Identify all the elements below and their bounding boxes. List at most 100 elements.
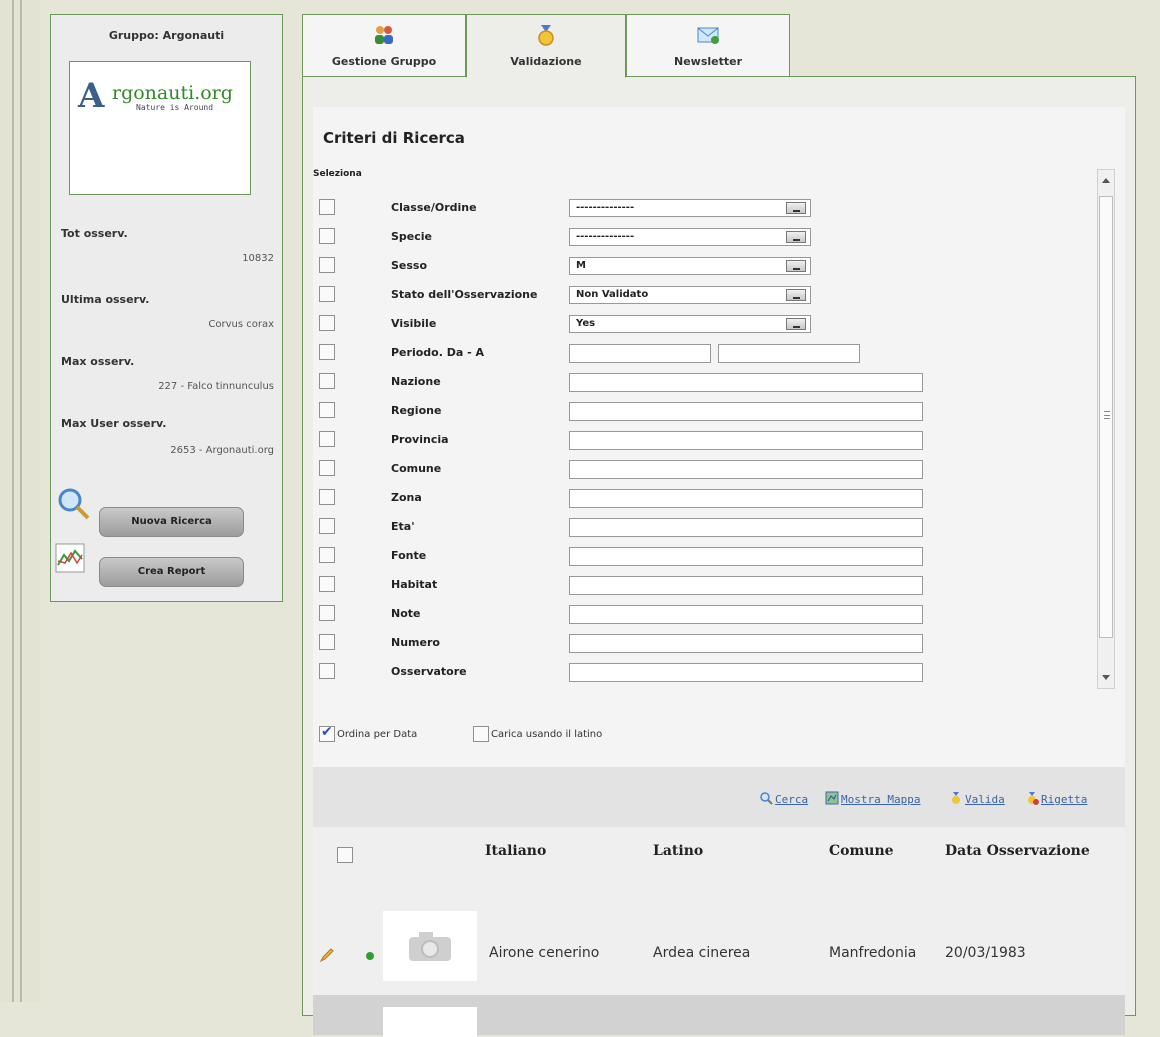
argonauti-logo: A rgonauti.org Nature is Around <box>74 76 248 116</box>
order-by-date-label: Ordina per Data <box>337 729 418 740</box>
criteria-label: Numero <box>391 636 440 649</box>
edit-pencil-icon[interactable] <box>319 947 335 963</box>
criteria-select-checkbox[interactable] <box>319 518 335 534</box>
camera-placeholder-icon <box>409 932 451 961</box>
criteria-select-checkbox[interactable] <box>319 315 335 331</box>
group-title: Gruppo: Argonauti <box>108 29 225 42</box>
criteria-label: Sesso <box>391 259 428 272</box>
criteria-dropdown[interactable]: Yes <box>569 315 811 333</box>
criteria-label: Classe/Ordine <box>391 201 477 214</box>
rail-divider <box>12 0 14 1002</box>
period-from-input[interactable] <box>569 344 711 363</box>
criteria-text-input[interactable] <box>569 431 923 450</box>
stat-maxuser-label: Max User osserv. <box>61 417 167 430</box>
dropdown-toggle-icon[interactable] <box>786 202 806 214</box>
criteria-text-input[interactable] <box>569 518 923 537</box>
criteria-text-input[interactable] <box>569 373 923 392</box>
criteria-row: Habitat <box>313 576 1103 596</box>
status-dot-icon <box>366 952 374 960</box>
criteria-select-checkbox[interactable] <box>319 460 335 476</box>
rail-divider <box>20 0 22 1002</box>
criteria-title: Criteri di Ricerca <box>323 129 465 147</box>
dropdown-toggle-icon[interactable] <box>786 318 806 330</box>
criteria-text-input[interactable] <box>569 402 923 421</box>
criteria-text-input[interactable] <box>569 576 923 595</box>
order-by-date-checkbox[interactable] <box>319 724 335 742</box>
dropdown-toggle-icon[interactable] <box>786 260 806 272</box>
search-criteria: Criteri di Ricerca Seleziona Classe/Ordi… <box>313 107 1125 767</box>
criteria-select-checkbox[interactable] <box>319 199 335 215</box>
criteria-label: Specie <box>391 230 433 243</box>
criteria-select-checkbox[interactable] <box>319 634 335 650</box>
criteria-dropdown[interactable]: -------------- <box>569 228 811 246</box>
magnifier-icon <box>58 488 90 520</box>
criteria-select-checkbox[interactable] <box>319 431 335 447</box>
observation-thumbnail[interactable] <box>383 1007 477 1037</box>
criteria-label: Fonte <box>391 549 427 562</box>
reject-link[interactable]: Rigetta <box>1041 793 1087 806</box>
tab-label: Gestione Gruppo <box>331 55 437 68</box>
dropdown-toggle-icon[interactable] <box>786 289 806 301</box>
grip-icon <box>1104 411 1110 419</box>
criteria-select-checkbox[interactable] <box>319 373 335 389</box>
criteria-row: Regione <box>313 402 1103 422</box>
criteria-select-checkbox[interactable] <box>319 257 335 273</box>
scroll-thumb[interactable] <box>1099 196 1113 638</box>
criteria-dropdown[interactable]: -------------- <box>569 199 811 217</box>
load-latin-checkbox[interactable] <box>473 726 489 742</box>
table-row[interactable] <box>313 995 1125 1037</box>
criteria-select-checkbox[interactable] <box>319 547 335 563</box>
criteria-label: Visibile <box>391 317 437 330</box>
criteria-dropdown[interactable]: M <box>569 257 811 275</box>
search-link[interactable]: Cerca <box>775 793 808 806</box>
criteria-text-input[interactable] <box>569 663 923 682</box>
logo-brand-text: rgonauti.org <box>112 82 233 104</box>
scroll-down-icon[interactable] <box>1102 675 1110 680</box>
criteria-select-checkbox[interactable] <box>319 576 335 592</box>
dropdown-value: Non Validato <box>576 289 649 300</box>
criteria-text-input[interactable] <box>569 460 923 479</box>
criteria-select-checkbox[interactable] <box>319 402 335 418</box>
group-logo-box: A rgonauti.org Nature is Around <box>69 61 251 195</box>
tab-gestione-gruppo[interactable]: Gestione Gruppo <box>302 14 466 76</box>
stat-max-value: 227 - Falco tinnunculus <box>158 381 274 392</box>
criteria-text-input[interactable] <box>569 605 923 624</box>
criteria-select-checkbox[interactable] <box>319 605 335 621</box>
criteria-text-input[interactable] <box>569 547 923 566</box>
criteria-row: Classe/Ordine -------------- <box>313 199 1103 219</box>
show-map-link[interactable]: Mostra Mappa <box>841 793 920 806</box>
criteria-select-checkbox[interactable] <box>319 286 335 302</box>
criteria-text-input[interactable] <box>569 634 923 653</box>
col-header-comune: Comune <box>829 843 894 859</box>
create-report-button[interactable]: Crea Report <box>99 557 244 587</box>
dropdown-toggle-icon[interactable] <box>786 231 806 243</box>
criteria-label: Comune <box>391 462 442 475</box>
criteria-select-checkbox[interactable] <box>319 663 335 679</box>
tab-validazione[interactable]: Validazione <box>466 14 626 78</box>
criteria-row: Zona <box>313 489 1103 509</box>
cell-comune: Manfredonia <box>829 945 917 961</box>
scroll-up-icon[interactable] <box>1102 178 1110 183</box>
criteria-select-checkbox[interactable] <box>319 228 335 244</box>
select-column-header: Seleziona <box>313 169 362 179</box>
criteria-scrollbar[interactable] <box>1097 169 1115 689</box>
select-all-checkbox[interactable] <box>337 847 353 863</box>
observation-thumbnail[interactable] <box>383 911 477 981</box>
criteria-label: Habitat <box>391 578 438 591</box>
new-search-button[interactable]: Nuova Ricerca <box>99 507 244 537</box>
criteria-text-input[interactable] <box>569 489 923 508</box>
criteria-label: Stato dell'Osservazione <box>391 288 538 301</box>
criteria-dropdown[interactable]: Non Validato <box>569 286 811 304</box>
email-icon <box>697 27 719 44</box>
criteria-label: Eta' <box>391 520 415 533</box>
tab-newsletter[interactable]: Newsletter <box>626 14 790 76</box>
period-to-input[interactable] <box>718 344 860 363</box>
criteria-select-checkbox[interactable] <box>319 344 335 360</box>
criteria-label: Nazione <box>391 375 441 388</box>
criteria-select-checkbox[interactable] <box>319 489 335 505</box>
validate-link[interactable]: Valida <box>965 793 1005 806</box>
criteria-row: Nazione <box>313 373 1103 393</box>
stat-tot-label: Tot osserv. <box>61 227 128 240</box>
criteria-label: Zona <box>391 491 422 504</box>
col-header-italian: Italiano <box>485 843 547 859</box>
